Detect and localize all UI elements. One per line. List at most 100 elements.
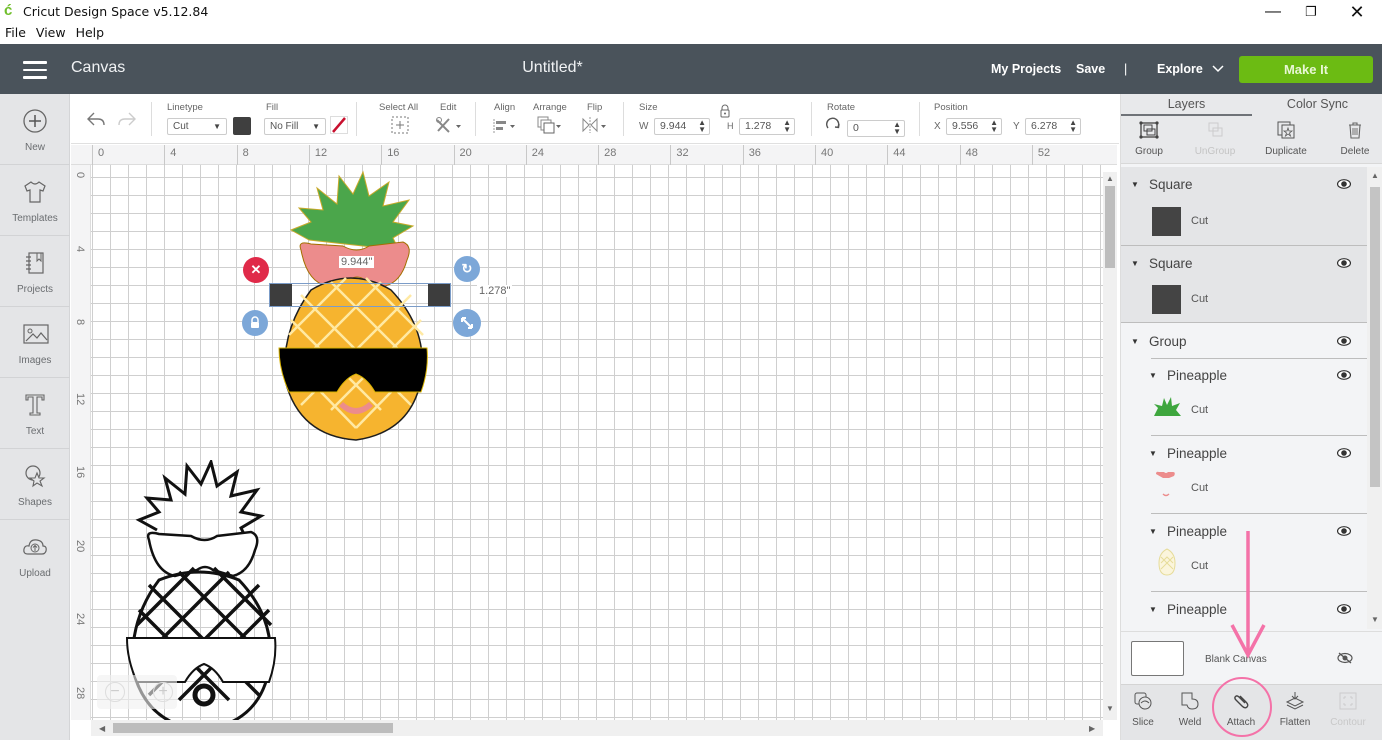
zoom-out-button[interactable]: − [105, 682, 125, 702]
delete-button[interactable]: Delete [1322, 116, 1382, 157]
rotate-handle[interactable]: ↻ [454, 256, 480, 282]
eye-icon[interactable] [1337, 604, 1351, 614]
menu-view[interactable]: View [36, 24, 66, 44]
y-position-input[interactable]: 6.278 ▲ ▼ [1025, 118, 1081, 135]
tab-layers[interactable]: Layers [1121, 97, 1252, 111]
menu-help[interactable]: Help [76, 24, 105, 44]
contour-button[interactable]: Contour [1322, 685, 1374, 728]
linetype-select[interactable]: Cut ▼ [167, 118, 227, 135]
scroll-right-icon[interactable]: ▶ [1089, 724, 1095, 733]
eye-icon[interactable] [1337, 336, 1351, 346]
layer-group[interactable]: ▼ Group ▼ Pineapple Cut ▼ Pineapple Cut … [1121, 324, 1367, 629]
scroll-down-icon[interactable]: ▼ [1106, 704, 1114, 713]
width-value: 9.944 [660, 120, 687, 132]
canvas-horizontal-scrollbar[interactable]: ◀ ▶ [91, 720, 1103, 736]
menu-file[interactable]: File [5, 24, 26, 44]
slice-button[interactable]: Slice [1117, 685, 1169, 728]
scroll-thumb[interactable] [1105, 186, 1115, 268]
sidebar-item-upload[interactable]: Upload [0, 520, 70, 591]
linetype-color-swatch[interactable] [233, 117, 251, 135]
restore-button[interactable]: ❐ [1288, 0, 1334, 24]
spinner-icon[interactable]: ▲ ▼ [893, 121, 901, 136]
flatten-button[interactable]: Flatten [1269, 685, 1321, 728]
fill-select[interactable]: No Fill ▼ [264, 118, 326, 135]
duplicate-button[interactable]: Duplicate [1253, 116, 1319, 157]
eye-hidden-icon[interactable] [1337, 652, 1353, 664]
flip-icon[interactable] [581, 116, 609, 134]
eye-icon[interactable] [1337, 370, 1351, 380]
select-all-icon[interactable] [391, 116, 409, 134]
lock-proportions-handle[interactable] [242, 310, 268, 336]
design-canvas[interactable]: − + [91, 165, 1103, 720]
spinner-icon[interactable]: ▲ ▼ [1069, 119, 1077, 134]
expand-caret-icon[interactable]: ▼ [1149, 527, 1157, 536]
weld-button[interactable]: Weld [1164, 685, 1216, 728]
expand-caret-icon[interactable]: ▼ [1149, 605, 1157, 614]
layer-header: ▼ Pineapple [1121, 516, 1367, 546]
sidebar-item-shapes[interactable]: Shapes [0, 449, 70, 520]
scroll-up-icon[interactable]: ▲ [1371, 171, 1379, 180]
my-projects-link[interactable]: My Projects [991, 62, 1061, 76]
sidebar-item-new[interactable]: New [0, 94, 70, 165]
layer-item-pineapple-glasses[interactable]: ▼ Pineapple Cut [1121, 436, 1367, 514]
expand-caret-icon[interactable]: ▼ [1131, 337, 1139, 346]
arrange-label: Arrange [533, 102, 567, 113]
scroll-thumb[interactable] [1370, 187, 1380, 487]
selected-square-left[interactable] [270, 284, 292, 306]
blank-canvas-thumbnail [1131, 641, 1184, 676]
edit-scissors-icon[interactable] [435, 116, 463, 134]
make-it-button[interactable]: Make It [1239, 56, 1373, 83]
scroll-thumb[interactable] [113, 723, 393, 733]
spinner-icon[interactable]: ▲ ▼ [990, 119, 998, 134]
scroll-up-icon[interactable]: ▲ [1106, 174, 1114, 183]
scroll-down-icon[interactable]: ▼ [1371, 615, 1379, 624]
layer-item-pineapple-leaves[interactable]: ▼ Pineapple Cut [1121, 358, 1367, 436]
zoom-in-button[interactable]: + [153, 682, 173, 702]
arrange-icon[interactable] [537, 116, 565, 134]
x-position-input[interactable]: 9.556 ▲ ▼ [946, 118, 1002, 135]
sidebar-label: New [24, 142, 45, 153]
undo-icon[interactable] [86, 111, 106, 127]
save-link[interactable]: Save [1076, 62, 1105, 76]
group-button[interactable]: Group [1116, 116, 1182, 157]
expand-caret-icon[interactable]: ▼ [1131, 259, 1139, 268]
spinner-icon[interactable]: ▲ ▼ [783, 119, 791, 134]
layers-scrollbar[interactable]: ▲ ▼ [1367, 167, 1382, 629]
no-fill-swatch-icon[interactable] [330, 116, 348, 134]
layer-item-pineapple-outline[interactable]: ▼ Pineapple [1121, 592, 1367, 629]
tab-color-sync[interactable]: Color Sync [1252, 97, 1382, 111]
layer-item-square-2[interactable]: ▼ Square Cut [1121, 246, 1367, 323]
pineapple-color-image[interactable] [271, 170, 441, 460]
eye-icon[interactable] [1337, 179, 1351, 189]
close-window-button[interactable]: ✕ [1334, 0, 1380, 24]
expand-caret-icon[interactable]: ▼ [1149, 449, 1157, 458]
eye-icon[interactable] [1337, 448, 1351, 458]
width-input[interactable]: 9.944 ▲ ▼ [654, 118, 710, 135]
eye-icon[interactable] [1337, 526, 1351, 536]
attach-button[interactable]: Attach [1215, 685, 1267, 728]
selected-square-right[interactable] [428, 284, 450, 306]
sidebar-item-images[interactable]: Images [0, 307, 70, 378]
aspect-lock-icon[interactable] [718, 104, 732, 118]
height-input[interactable]: 1.278 ▲ ▼ [739, 118, 795, 135]
spinner-icon[interactable]: ▲ ▼ [698, 119, 706, 134]
layer-item-square-1[interactable]: ▼ Square Cut [1121, 167, 1367, 246]
align-icon[interactable] [493, 118, 519, 134]
delete-selection-handle[interactable]: ✕ [243, 257, 269, 283]
blank-canvas-row[interactable]: Blank Canvas [1121, 631, 1382, 681]
eye-icon[interactable] [1337, 258, 1351, 268]
redo-icon[interactable] [117, 111, 137, 127]
layer-item-pineapple-body[interactable]: ▼ Pineapple Cut [1121, 514, 1367, 592]
ungroup-button[interactable]: UnGroup [1182, 116, 1248, 157]
resize-handle[interactable] [453, 309, 481, 337]
canvas-vertical-scrollbar[interactable]: ▲ ▼ [1103, 172, 1117, 720]
sidebar-item-text[interactable]: Text [0, 378, 70, 449]
sidebar-item-projects[interactable]: Projects [0, 236, 70, 307]
explore-dropdown[interactable]: Explore [1157, 62, 1224, 76]
sidebar-item-templates[interactable]: Templates [0, 165, 70, 236]
selection-bounding-box[interactable] [269, 283, 451, 307]
rotate-input[interactable]: 0 ▲ ▼ [847, 120, 905, 137]
expand-caret-icon[interactable]: ▼ [1131, 180, 1139, 189]
scroll-left-icon[interactable]: ◀ [99, 724, 105, 733]
expand-caret-icon[interactable]: ▼ [1149, 371, 1157, 380]
